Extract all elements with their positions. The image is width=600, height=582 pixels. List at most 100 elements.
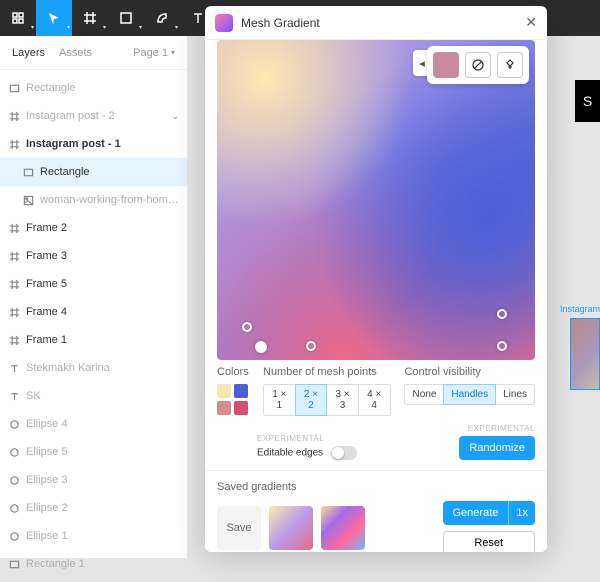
ellipse-icon [8,502,20,514]
layer-row[interactable]: Frame 4 [0,298,187,326]
layer-row[interactable]: Ellipse 5 [0,438,187,466]
visibility-label: Control visibility [404,366,535,378]
colors-label: Colors [217,366,249,378]
visibility-option[interactable]: Lines [495,384,535,405]
layer-label: Ellipse 4 [26,418,68,430]
layer-row[interactable]: Rectangle [0,74,187,102]
image-icon [22,194,34,206]
layer-list: RectangleInstagram post - 2⌄Instagram po… [0,70,187,582]
eyedropper-icon[interactable] [465,52,491,78]
save-button[interactable]: Save [217,506,261,550]
rect-icon [8,558,20,570]
color-swatch[interactable] [234,401,248,415]
generate-count[interactable]: 1x [508,501,535,525]
color-swatch[interactable] [234,384,248,398]
mesh-option[interactable]: 4 × 4 [358,384,391,416]
layer-row[interactable]: Rectangle 1 [0,550,187,578]
layer-row[interactable]: SK [0,382,187,410]
mesh-option[interactable]: 1 × 1 [263,384,296,416]
frame-tool[interactable]: ▾ [72,0,108,36]
layer-row[interactable]: Frame 3 [0,242,187,270]
mesh-option[interactable]: 2 × 2 [295,384,328,416]
experimental-tag: EXPERIMENTAL [257,434,357,443]
layer-row[interactable]: Frame 5 [0,270,187,298]
layer-row[interactable]: Ellipse 2 [0,494,187,522]
saved-gradient-thumb[interactable] [269,506,313,550]
ellipse-icon [8,530,20,542]
color-swatch[interactable] [217,384,231,398]
color-swatches [217,384,249,415]
color-swatch-tool[interactable] [433,52,459,78]
plugin-title: Mesh Gradient [241,16,320,30]
mesh-point[interactable] [306,341,316,351]
rect-icon [8,82,20,94]
canvas-frame-thumb[interactable]: S [575,80,600,122]
ellipse-icon [8,474,20,486]
layer-label: Frame 1 [26,334,67,346]
layer-row[interactable]: Ellipse 3 [0,466,187,494]
chevron-down-icon[interactable]: ⌄ [171,111,179,122]
mesh-points-label: Number of mesh points [263,366,390,378]
layer-row[interactable]: Frame 1 [0,326,187,354]
mesh-point[interactable] [497,309,507,319]
layer-label: Rectangle [40,166,90,178]
reset-button[interactable]: Reset [443,531,536,552]
move-tool[interactable]: ▾ [36,0,72,36]
layer-row[interactable]: Rectangle [0,158,187,186]
layer-label: Instagram post - 2 [26,110,115,122]
layer-label: Ellipse 3 [26,474,68,486]
saved-gradient-thumb[interactable] [321,506,365,550]
page-selector[interactable]: Page 1 ▾ [133,47,175,59]
text-icon [8,362,20,374]
layer-label: Ellipse 5 [26,446,68,458]
mesh-point-selected[interactable] [255,341,267,353]
canvas-selected-frame[interactable] [570,318,600,390]
visibility-option[interactable]: Handles [443,384,496,405]
mesh-point[interactable] [497,341,507,351]
layer-row[interactable]: woman-working-from-home-l... [0,186,187,214]
randomize-button[interactable]: Randomize [459,436,535,460]
color-swatch[interactable] [217,401,231,415]
visibility-segment: NoneHandlesLines [404,384,535,405]
layer-label: Ellipse 1 [26,530,68,542]
layer-row[interactable]: Instagram post - 1 [0,130,187,158]
tab-assets[interactable]: Assets [59,47,92,59]
layer-label: Stekmakh Karina [26,362,110,374]
generate-button[interactable]: Generate [443,501,509,525]
editable-edges-label: Editable edges [257,448,323,459]
frame-icon [8,250,20,262]
layer-label: Rectangle [26,82,76,94]
layer-row[interactable]: Stekmakh Karina [0,354,187,382]
layer-row[interactable]: Frame 2 [0,214,187,242]
mesh-point[interactable] [242,322,252,332]
frame-icon [8,278,20,290]
editable-edges-toggle[interactable] [331,446,357,460]
experimental-tag: EXPERIMENTAL [468,424,535,433]
figma-menu[interactable]: ▾ [0,0,36,36]
rect-icon [22,166,34,178]
pen-tool[interactable]: ▾ [144,0,180,36]
layer-row[interactable]: Instagram post - 2 ⌄ [0,102,187,130]
layer-label: Frame 4 [26,306,67,318]
target-icon[interactable] [497,52,523,78]
close-icon[interactable]: ✕ [525,14,537,31]
tab-layers[interactable]: Layers [12,47,45,59]
layer-label: SK [26,390,41,402]
frame-icon [8,306,20,318]
mesh-option[interactable]: 3 × 3 [326,384,359,416]
shape-tool[interactable]: ▾ [108,0,144,36]
gradient-preview[interactable] [217,40,535,360]
mesh-points-segment: 1 × 12 × 23 × 34 × 4 [263,384,390,416]
layer-row[interactable]: Ellipse 4 [0,410,187,438]
canvas-frame-label[interactable]: Instagram [560,304,600,314]
frame-icon [8,138,20,150]
layer-row[interactable]: Ellipse 1 [0,522,187,550]
ellipse-icon [8,446,20,458]
layer-label: Instagram post - 1 [26,138,121,150]
layers-panel: Layers Assets Page 1 ▾ Rectangle Instagra… [0,36,188,558]
layer-label: Frame 2 [26,222,67,234]
layer-label: woman-working-from-home-l... [40,194,179,206]
mesh-gradient-plugin: Mesh Gradient ✕ ◂ Colors [205,6,547,552]
visibility-option[interactable]: None [404,384,444,405]
plugin-icon [215,14,233,32]
